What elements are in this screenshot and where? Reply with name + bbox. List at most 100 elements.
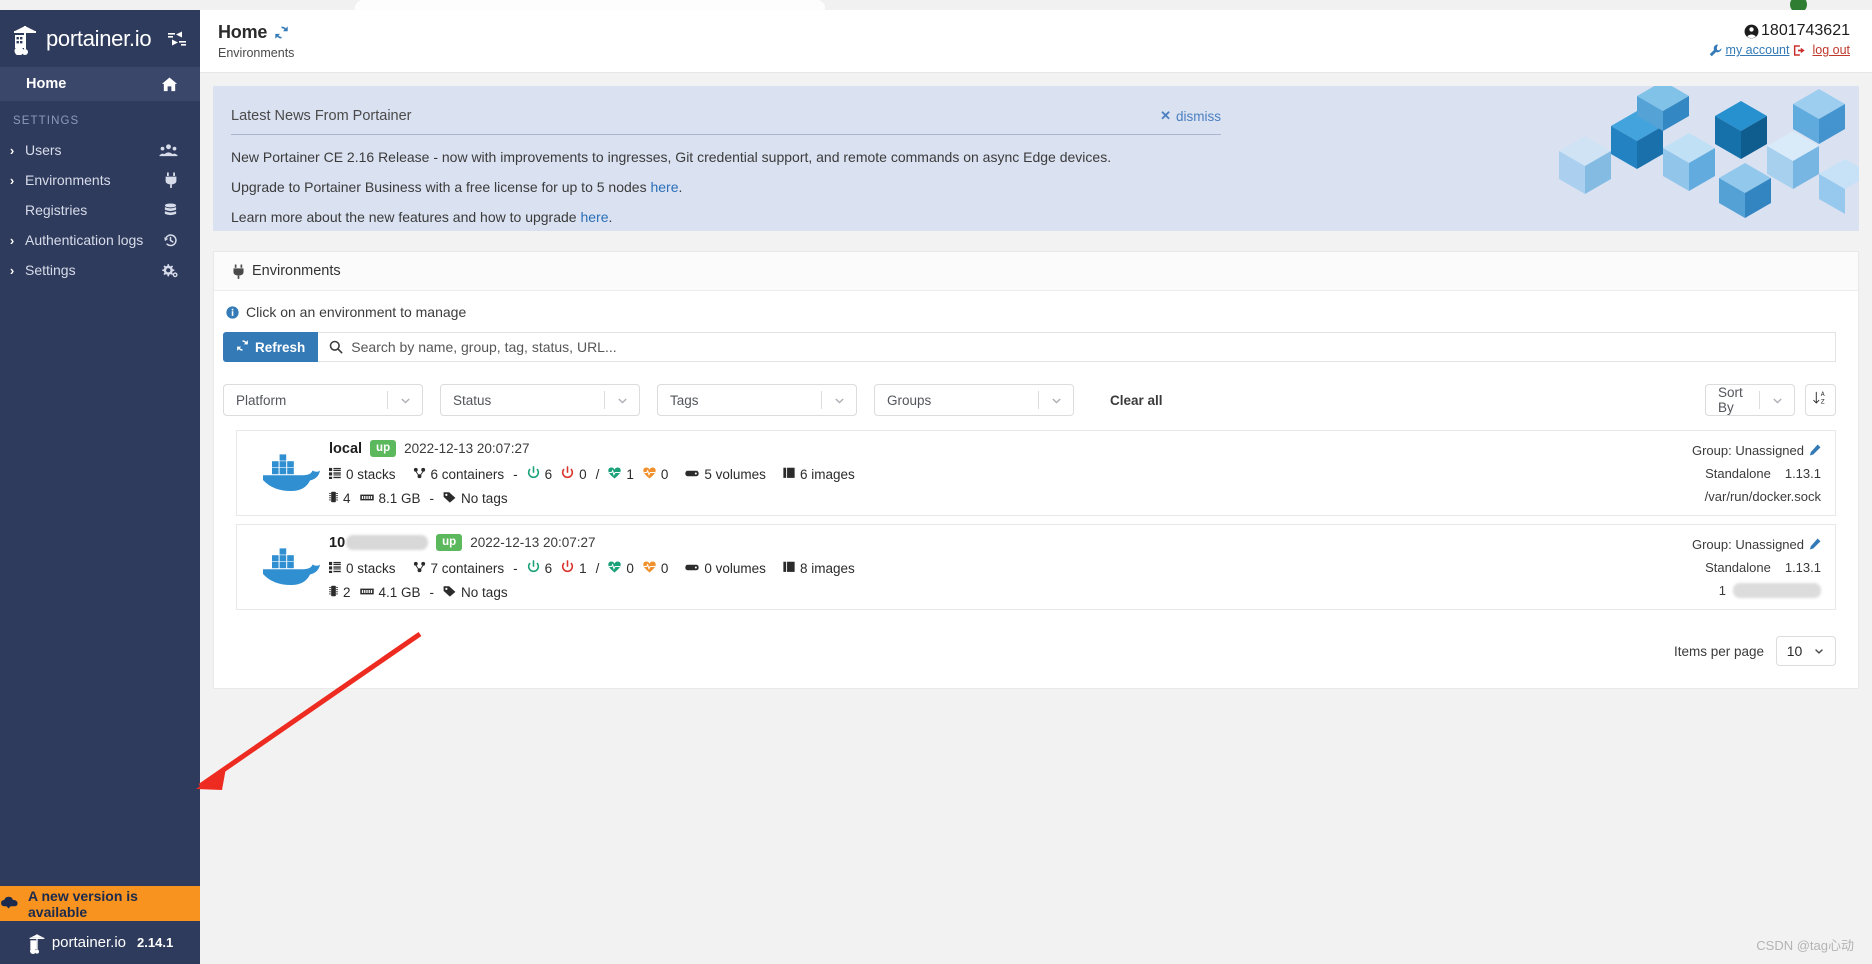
environments-search-row: Refresh Search by name, group, tag, stat… xyxy=(214,320,1858,362)
platform-filter-select[interactable]: Platform xyxy=(223,384,423,416)
stat-separator: / xyxy=(595,466,600,482)
my-account-link[interactable]: my account xyxy=(1726,43,1790,57)
sidebar-item-settings[interactable]: › Settings xyxy=(0,255,200,285)
sidebar-item-environments[interactable]: › Environments xyxy=(0,165,200,195)
refresh-icon[interactable] xyxy=(274,25,289,40)
memory-size: 4.1 GB xyxy=(378,585,421,601)
dismiss-news-button[interactable]: ✕ dismiss xyxy=(1160,108,1221,124)
environment-card[interactable]: local up 2022-12-13 20:07:27 0 stacks 6 … xyxy=(236,430,1836,516)
environments-hint: Click on an environment to manage xyxy=(214,291,1858,320)
unhealthy-containers-count: 0 xyxy=(660,466,669,482)
heartbeat-healthy-icon xyxy=(608,561,622,576)
healthy-containers-stat: 1 xyxy=(608,467,634,482)
memory-icon xyxy=(359,491,374,506)
power-running-icon xyxy=(527,466,540,482)
environment-url: /var/run/docker.sock xyxy=(1704,488,1821,504)
chevron-down-icon xyxy=(1813,645,1825,657)
environment-version: 1.13.1 xyxy=(1784,559,1821,575)
running-containers-stat: 6 xyxy=(527,560,552,576)
svg-text:Z: Z xyxy=(1821,400,1825,406)
items-per-page-select[interactable]: 10 xyxy=(1776,636,1836,666)
chevron-right-icon: › xyxy=(9,172,15,188)
browser-tab[interactable] xyxy=(355,0,825,10)
running-containers-count: 6 xyxy=(544,466,553,482)
user-circle-icon xyxy=(1744,24,1759,39)
tags-dash: - xyxy=(429,585,435,601)
sort-controls: Sort By A Z xyxy=(1705,384,1836,416)
sort-by-select[interactable]: Sort By xyxy=(1705,384,1795,416)
environment-card[interactable]: 10 up 2022-12-13 20:07:27 0 stacks 7 con… xyxy=(236,524,1836,610)
environment-group-row: Group: Unassigned xyxy=(1521,537,1821,552)
search-input[interactable]: Search by name, group, tag, status, URL.… xyxy=(318,332,1836,362)
page-subtitle: Environments xyxy=(218,46,295,60)
images-label: 8 images xyxy=(799,560,855,576)
collapse-sidebar-icon[interactable] xyxy=(168,30,186,48)
containers-stat: 7 containers xyxy=(413,561,504,576)
tags-label: No tags xyxy=(461,491,508,507)
stopped-containers-count: 0 xyxy=(579,466,587,482)
page-header-right: 1801743621 my account log out xyxy=(1709,22,1850,57)
images-label: 6 images xyxy=(799,466,855,482)
news-line-2-link[interactable]: here xyxy=(650,179,678,195)
sidebar-item-users[interactable]: › Users xyxy=(0,135,200,165)
environment-card-body: 10 up 2022-12-13 20:07:27 0 stacks 7 con… xyxy=(327,533,1521,600)
close-icon: ✕ xyxy=(1160,108,1171,123)
sidebar-item-home[interactable]: Home xyxy=(0,67,200,101)
environment-card-body: local up 2022-12-13 20:07:27 0 stacks 6 … xyxy=(327,439,1521,507)
groups-filter-value: Groups xyxy=(887,392,932,408)
containers-dash: - xyxy=(513,560,518,576)
sidebar-version-number: 2.14.1 xyxy=(137,935,174,950)
portainer-logo-icon xyxy=(27,932,47,954)
environment-resources-row: 2 4.1 GB - No tags xyxy=(329,585,1521,600)
sidebar-item-authentication-logs[interactable]: › Authentication logs xyxy=(0,225,200,255)
new-version-banner[interactable]: A new version is available xyxy=(0,886,200,921)
environment-name-wrapper: 10 xyxy=(329,535,429,551)
chevron-down-icon xyxy=(1039,394,1073,407)
environment-timestamp: 2022-12-13 20:07:27 xyxy=(470,535,596,550)
sidebar-brand[interactable]: portainer.io xyxy=(0,10,200,67)
cpu-count: 4 xyxy=(343,491,351,507)
groups-filter-select[interactable]: Groups xyxy=(874,384,1074,416)
cpu-stat: 4 xyxy=(329,491,351,506)
memory-icon xyxy=(359,585,374,600)
stacks-stat: 0 stacks xyxy=(329,561,396,576)
cpu-icon xyxy=(329,491,338,506)
chevron-down-icon xyxy=(605,394,639,407)
page-header: Home Environments 1801743621 my account … xyxy=(200,10,1872,73)
pencil-icon[interactable] xyxy=(1809,538,1821,550)
sidebar-version[interactable]: portainer.io 2.14.1 xyxy=(0,921,200,964)
stacks-icon xyxy=(329,467,341,482)
log-out-link[interactable]: log out xyxy=(1812,43,1850,57)
environment-group-row: Group: Unassigned xyxy=(1521,443,1821,458)
sort-direction-button[interactable]: A Z xyxy=(1805,384,1836,416)
tags-filter-value: Tags xyxy=(670,392,699,408)
status-filter-select[interactable]: Status xyxy=(440,384,640,416)
sidebar-item-registries[interactable]: Registries xyxy=(0,195,200,225)
environments-hint-label: Click on an environment to manage xyxy=(246,304,467,320)
main-content: Home Environments 1801743621 my account … xyxy=(200,10,1872,964)
refresh-button[interactable]: Refresh xyxy=(223,332,319,362)
clear-all-filters-button[interactable]: Clear all xyxy=(1110,393,1163,408)
pencil-icon[interactable] xyxy=(1809,444,1821,456)
containers-stat: 6 containers xyxy=(413,467,504,482)
svg-text:A: A xyxy=(1821,392,1825,398)
home-icon xyxy=(161,76,178,93)
containers-icon xyxy=(413,561,426,576)
tags-filter-select[interactable]: Tags xyxy=(657,384,857,416)
account-links: my account log out xyxy=(1709,43,1850,57)
heartbeat-healthy-icon xyxy=(608,467,622,482)
items-per-page-label: Items per page xyxy=(1673,643,1764,659)
tags-dash: - xyxy=(429,491,435,507)
refresh-button-label: Refresh xyxy=(255,339,306,355)
news-line-1: New Portainer CE 2.16 Release - now with… xyxy=(231,149,1112,165)
environments-panel-title: Environments xyxy=(252,263,341,279)
sort-by-value: Sort By xyxy=(1718,385,1743,415)
news-line-3-link[interactable]: here xyxy=(580,209,608,225)
status-badge: up xyxy=(436,533,463,552)
chevron-down-icon xyxy=(822,394,856,407)
page-header-left: Home Environments xyxy=(218,22,294,60)
content-area: Latest News From Portainer ✕ dismiss New… xyxy=(200,73,1872,689)
environment-stats-row: 0 stacks 7 containers - 6 1 / 0 0 0 volu… xyxy=(329,560,1521,576)
healthy-containers-count: 0 xyxy=(626,560,634,576)
